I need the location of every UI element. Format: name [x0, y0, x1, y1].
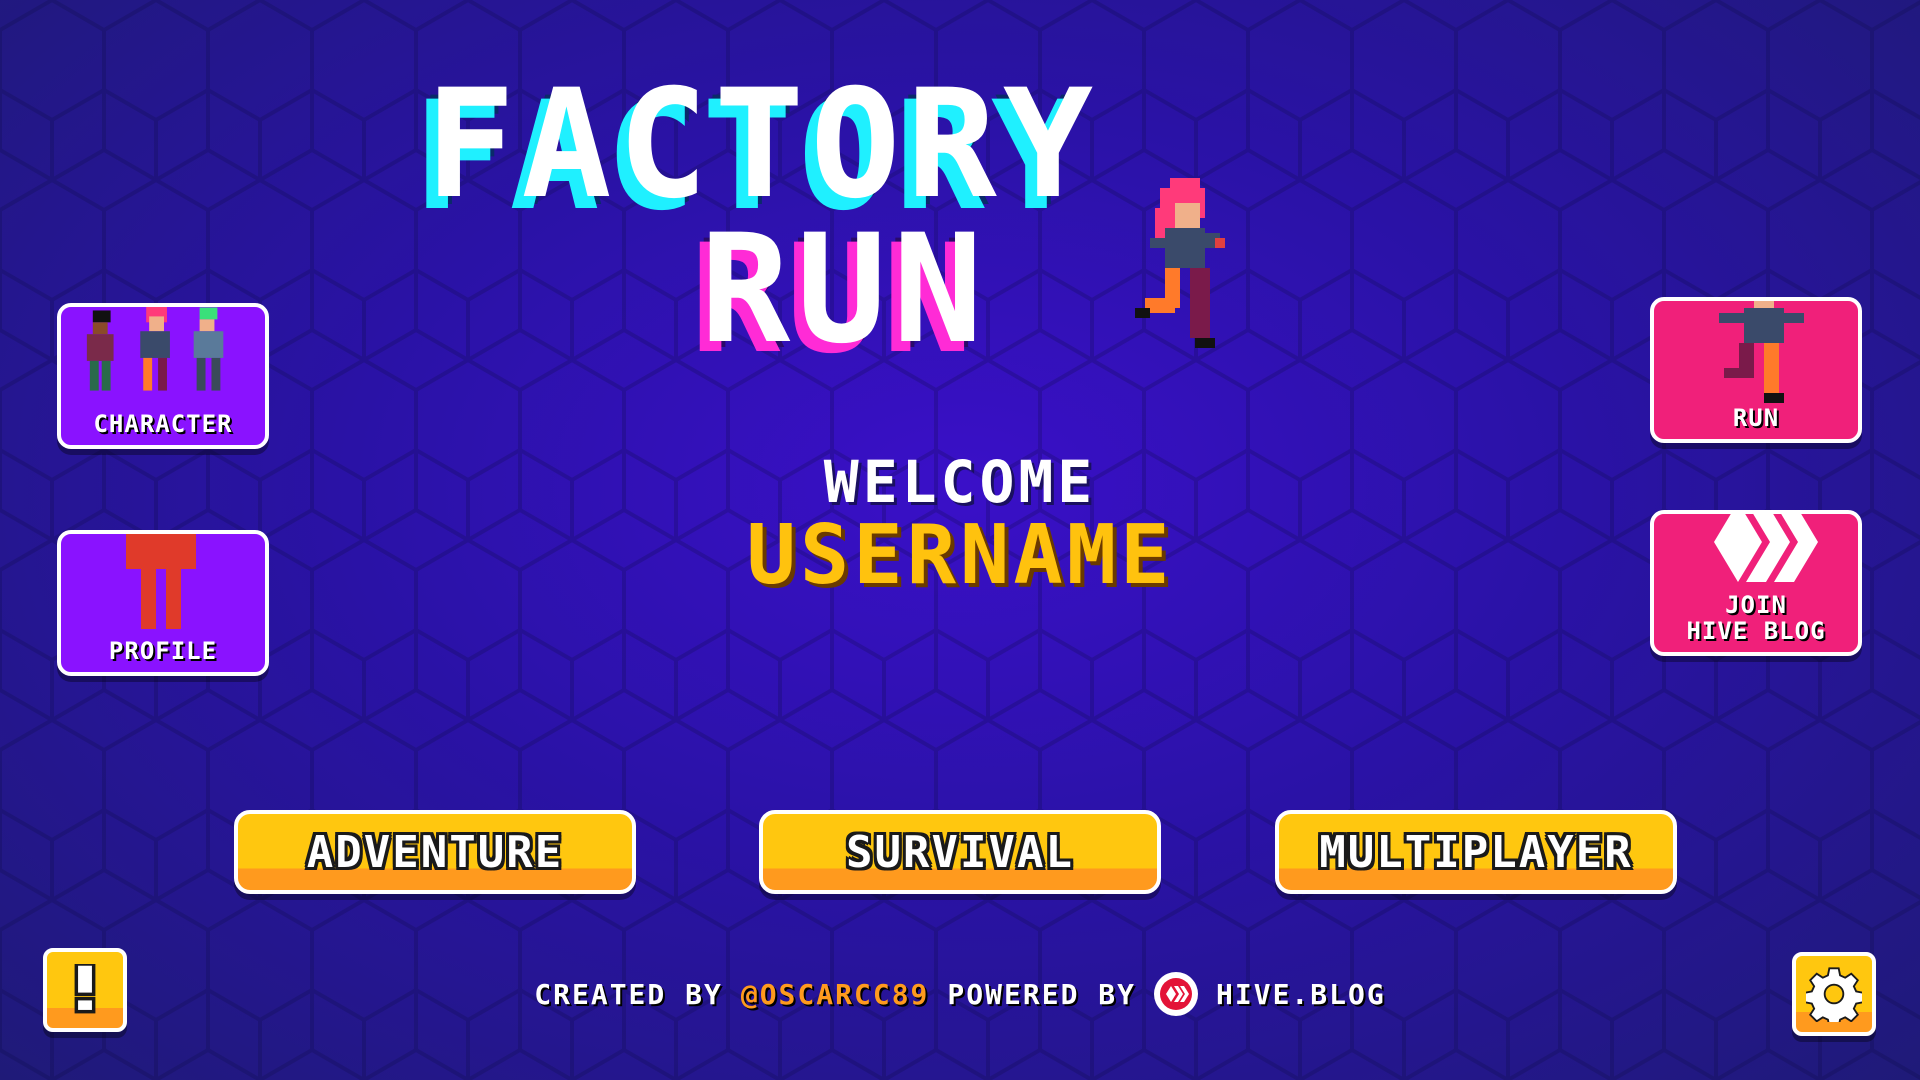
hive-small-logo-icon	[1154, 972, 1198, 1016]
author-link[interactable]: @OSCARCC89	[741, 978, 930, 1011]
powered-by-text: POWERED BY	[947, 977, 1136, 1011]
hive-blog-link[interactable]: HIVE.BLOG	[1216, 978, 1386, 1011]
run-button[interactable]: RUN	[1650, 297, 1862, 443]
footer-credits: CREATED BY @OSCARCC89 POWERED BY HIVE.BL…	[0, 972, 1920, 1016]
multiplayer-label: MULTIPLAYER	[1319, 826, 1633, 878]
character-label: CHARACTER	[93, 410, 233, 438]
username-text: USERNAME	[746, 508, 1174, 603]
join-label-line2: HIVE BLOG	[1686, 617, 1826, 645]
character-button[interactable]: CHARACTER	[57, 303, 269, 449]
characters-icon	[86, 307, 224, 391]
title-line-1: Factory	[425, 58, 1100, 232]
survival-button[interactable]: SURVIVAL	[759, 810, 1161, 894]
title-line-2: Run	[700, 203, 989, 377]
run-label: RUN	[1732, 404, 1780, 432]
adventure-button[interactable]: ADVENTURE	[234, 810, 636, 894]
game-title: Factory Run	[0, 0, 1920, 380]
created-by-text: CREATED BY	[534, 977, 723, 1011]
runner-icon	[1719, 301, 1804, 403]
survival-label: SURVIVAL	[846, 826, 1074, 878]
adventure-label: ADVENTURE	[306, 826, 564, 878]
welcome-text: WELCOME	[823, 448, 1097, 516]
profile-label: PROFILE	[108, 637, 218, 665]
multiplayer-button[interactable]: MULTIPLAYER	[1275, 810, 1677, 894]
runner-sprite	[1135, 178, 1225, 348]
